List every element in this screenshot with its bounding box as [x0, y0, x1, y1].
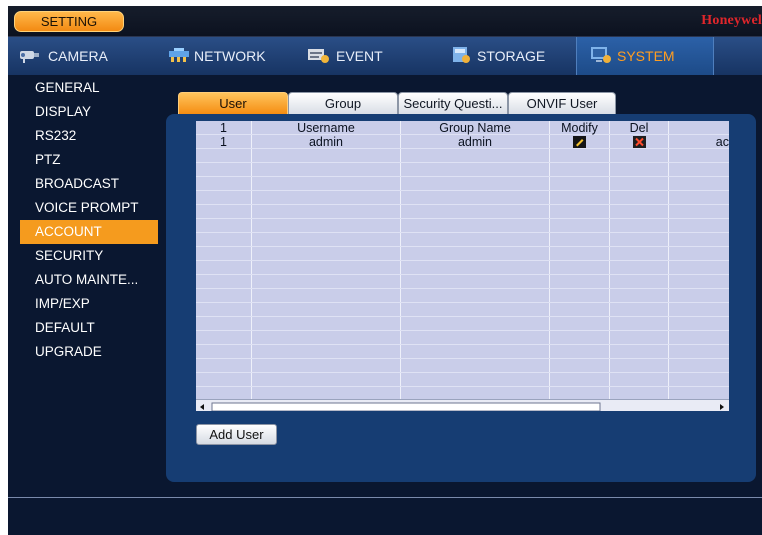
tab-event-label: EVENT	[336, 48, 383, 64]
event-icon	[306, 46, 332, 67]
tab-camera[interactable]: CAMERA	[18, 37, 108, 75]
title-bar: SETTING Honeywel	[8, 6, 762, 37]
cell-del	[610, 135, 668, 149]
sidebar-item-broadcast[interactable]: BROADCAST	[8, 172, 158, 196]
table-row	[196, 275, 729, 289]
dvr-setting-screen: SETTING Honeywel CAMERA NETWORK EVENT ST…	[8, 6, 762, 535]
tab-network-label: NETWORK	[194, 48, 266, 64]
tab-event[interactable]: EVENT	[306, 37, 383, 75]
tab-storage-label: STORAGE	[477, 48, 546, 64]
sidebar-item-display[interactable]: DISPLAY	[8, 100, 158, 124]
cell-index: 1	[220, 135, 227, 149]
system-icon	[589, 45, 613, 68]
brand-logo: Honeywel	[701, 13, 762, 28]
header-index: 1	[220, 121, 227, 135]
tab-system[interactable]: SYSTEM	[576, 37, 714, 75]
add-user-button[interactable]: Add User	[196, 424, 277, 445]
table-row	[196, 163, 729, 177]
tab-camera-label: CAMERA	[48, 48, 108, 64]
table-row	[196, 177, 729, 191]
camera-icon	[18, 46, 44, 67]
network-icon	[168, 46, 190, 67]
storage-icon	[451, 45, 473, 68]
divider	[8, 497, 762, 498]
sidebar-item-general[interactable]: GENERAL	[8, 76, 158, 100]
sidebar-item-security[interactable]: SECURITY	[8, 244, 158, 268]
horizontal-scrollbar[interactable]	[196, 399, 729, 411]
header-del: Del	[629, 121, 649, 135]
table-row	[196, 359, 729, 373]
header-extra	[669, 121, 729, 135]
table-row	[196, 233, 729, 247]
sidebar-item-default[interactable]: DEFAULT	[8, 316, 158, 340]
tab-storage[interactable]: STORAGE	[451, 37, 545, 75]
table-row[interactable]: 1 admin admin ac	[196, 135, 729, 149]
sidebar-item-voice-prompt[interactable]: VOICE PROMPT	[8, 196, 158, 220]
table-row	[196, 331, 729, 345]
delete-icon[interactable]	[632, 136, 646, 149]
main-tabs: CAMERA NETWORK EVENT STORAGE SYSTEM	[8, 37, 762, 75]
header-username: Username	[297, 121, 355, 135]
scrollbar-graphic	[200, 402, 724, 411]
header-group-name: Group Name	[439, 121, 511, 135]
header-modify: Modify	[561, 121, 598, 135]
sidebar-item-account[interactable]: ACCOUNT	[20, 220, 158, 244]
cell-modify	[550, 135, 609, 149]
user-table: 1 Username Group Name Modify Del 1 admin…	[196, 121, 729, 411]
table-row	[196, 303, 729, 317]
table-row	[196, 373, 729, 387]
cell-group: admin	[457, 135, 493, 149]
sidebar-item-ptz[interactable]: PTZ	[8, 148, 158, 172]
tab-onvif-user[interactable]: ONVIF User	[508, 92, 616, 114]
table-row	[196, 289, 729, 303]
table-row	[196, 149, 729, 163]
cell-extra: ac	[715, 135, 729, 149]
tab-network[interactable]: NETWORK	[168, 37, 266, 75]
table-row	[196, 345, 729, 359]
tab-user[interactable]: User	[178, 92, 288, 114]
sidebar: GENERAL DISPLAY RS232 PTZ BROADCAST VOIC…	[8, 76, 158, 364]
table-row	[196, 247, 729, 261]
sidebar-item-imp-exp[interactable]: IMP/EXP	[8, 292, 158, 316]
table-header: 1 Username Group Name Modify Del	[196, 121, 729, 135]
table-row	[196, 205, 729, 219]
sidebar-item-auto-maintain[interactable]: AUTO MAINTE...	[8, 268, 158, 292]
sidebar-item-rs232[interactable]: RS232	[8, 124, 158, 148]
table-row	[196, 261, 729, 275]
tab-security-questions[interactable]: Security Questi...	[398, 92, 508, 114]
table-row	[196, 219, 729, 233]
tab-system-label: SYSTEM	[617, 48, 675, 64]
table-row	[196, 317, 729, 331]
sidebar-item-upgrade[interactable]: UPGRADE	[8, 340, 158, 364]
tab-group[interactable]: Group	[288, 92, 398, 114]
setting-title[interactable]: SETTING	[14, 11, 124, 32]
edit-icon[interactable]	[573, 136, 586, 149]
cell-username: admin	[308, 135, 344, 149]
table-row	[196, 191, 729, 205]
